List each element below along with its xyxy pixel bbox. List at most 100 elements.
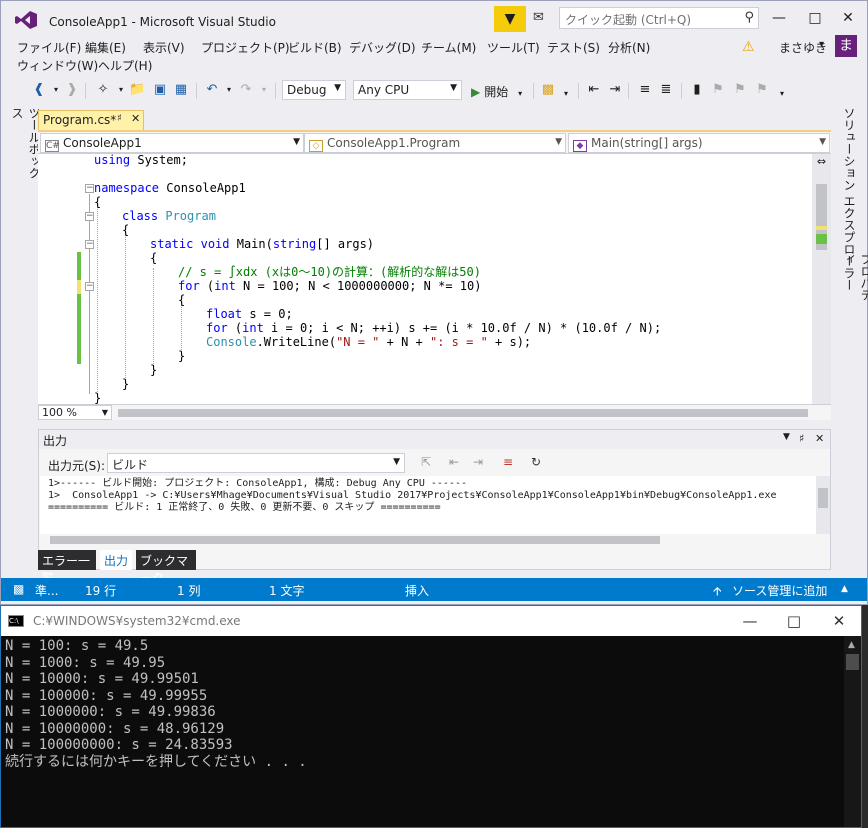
output-horizontal-scrollbar[interactable] — [40, 534, 830, 546]
pin-icon[interactable]: ♯ — [117, 113, 122, 124]
menu-debug[interactable]: デバッグ(D) — [349, 39, 416, 56]
solution-configuration-select[interactable]: Debug ▼ — [282, 80, 346, 100]
clear-bookmarks-icon[interactable]: ⚑ — [754, 81, 770, 99]
open-folder-icon[interactable]: 📁 — [129, 81, 145, 99]
menu-view[interactable]: 表示(V) — [143, 39, 185, 56]
toolbar-options-icon[interactable]: ▾ — [774, 85, 790, 103]
start-debugging-button[interactable]: ▶ 開始 ▾ — [471, 83, 522, 100]
quick-launch-input[interactable]: クイック起動 (Ctrl+Q) ⚲ — [559, 7, 759, 29]
chevron-down-icon[interactable]: ▾ — [113, 81, 129, 99]
close-icon[interactable]: ✕ — [131, 112, 140, 125]
scrollbar-thumb[interactable] — [50, 536, 660, 544]
browser-link-icon[interactable]: ▩ — [540, 81, 556, 99]
type-select[interactable]: ◇ ConsoleApp1.Program ▼ — [304, 133, 566, 153]
chevron-down-icon[interactable]: ▾ — [819, 39, 824, 50]
collapse-icon[interactable]: − — [85, 282, 94, 291]
next-bookmark-icon[interactable]: ⚑ — [732, 81, 748, 99]
bookmark-icon[interactable]: ▮ — [689, 81, 705, 99]
tab-error-list[interactable]: エラー一覧 — [38, 550, 96, 585]
menu-analyze[interactable]: 分析(N) — [608, 39, 650, 56]
maximize-button[interactable]: □ — [774, 609, 814, 633]
collapse-icon[interactable]: − — [85, 184, 94, 193]
save-all-icon[interactable]: ▦ — [173, 81, 189, 99]
previous-message-icon[interactable]: ⇤ — [449, 455, 459, 469]
menu-edit[interactable]: 編集(E) — [85, 39, 126, 56]
solution-platform-select[interactable]: Any CPU ▼ — [353, 80, 462, 100]
editor-vertical-scrollbar[interactable] — [812, 154, 831, 406]
chevron-down-icon[interactable]: ▾ — [221, 81, 237, 99]
save-icon[interactable]: ▣ — [152, 81, 168, 99]
close-button[interactable]: ✕ — [831, 5, 865, 31]
minimize-button[interactable]: — — [730, 609, 770, 633]
maximize-button[interactable]: □ — [798, 5, 832, 31]
arrow-up-icon[interactable]: 🡩 — [713, 582, 722, 603]
menu-help[interactable]: ヘルプ(H) — [98, 57, 152, 74]
cmd-output[interactable]: N = 100: s = 49.5 N = 1000: s = 49.95 N … — [5, 638, 843, 826]
close-button[interactable]: ✕ — [819, 609, 859, 633]
back-icon[interactable]: ❰ — [31, 81, 47, 99]
output-text[interactable]: 1>------ ビルド開始: プロジェクト: ConsoleApp1, 構成:… — [40, 476, 816, 534]
step-over-icon[interactable]: ⇥ — [607, 81, 623, 99]
pin-icon[interactable]: ♯ — [799, 432, 804, 445]
chevron-down-icon[interactable]: ▾ — [256, 81, 272, 99]
feedback-icon[interactable]: ✉ — [533, 10, 551, 26]
chevron-down-icon[interactable]: ▾ — [48, 81, 64, 99]
forward-icon[interactable]: ❱ — [64, 81, 80, 99]
menu-build[interactable]: ビルド(B) — [288, 39, 342, 56]
previous-bookmark-icon[interactable]: ⚑ — [710, 81, 726, 99]
scroll-up-icon[interactable]: ▲ — [848, 640, 855, 650]
close-icon[interactable]: ✕ — [815, 432, 824, 445]
properties-tab[interactable]: プロパティ — [841, 253, 868, 307]
document-tab-program-cs[interactable]: Program.cs* ♯ ✕ — [38, 110, 144, 131]
code-line-brace: } — [178, 349, 185, 363]
undo-icon[interactable]: ↶ — [204, 81, 220, 99]
clear-all-icon[interactable]: ≡ — [503, 455, 513, 469]
output-line: 1> ConsoleApp1 -> C:¥Users¥Mhage¥Documen… — [48, 490, 777, 501]
standard-toolbar: ❰ ▾ ❱ ✧ ▾ 📁 ▣ ▦ ↶ ▾ ↷ ▾ Debug ▼ Any CPU … — [1, 77, 867, 103]
chevron-down-icon: ▼ — [101, 408, 108, 417]
code-token: s = 0; — [242, 307, 293, 321]
new-project-icon[interactable]: ✧ — [95, 81, 111, 99]
collapse-icon[interactable]: − — [85, 212, 94, 221]
code-token: { — [178, 293, 186, 307]
project-select[interactable]: C# ConsoleApp1 ▼ — [40, 133, 304, 153]
menu-tools[interactable]: ツール(T) — [487, 39, 540, 56]
menu-test[interactable]: テスト(S) — [547, 39, 600, 56]
toolbox-tab[interactable]: ツールボックス — [9, 107, 41, 187]
notification-flag-icon[interactable]: ▼ — [494, 6, 526, 32]
output-source-select[interactable]: ビルド ▼ — [107, 453, 405, 473]
split-window-icon[interactable]: ⇔ — [813, 155, 830, 169]
redo-icon[interactable]: ↷ — [238, 81, 254, 99]
chevron-down-icon[interactable]: ▼ — [783, 432, 790, 442]
code-line-brace: } — [150, 363, 157, 377]
menu-file[interactable]: ファイル(F) — [17, 39, 81, 56]
editor-horizontal-scrollbar[interactable]: 100 % ▼ — [38, 404, 831, 420]
warning-icon[interactable]: ⚠ — [742, 39, 755, 55]
tab-bookmarks[interactable]: ブックマーク — [136, 550, 196, 585]
chevron-down-icon[interactable]: ▾ — [558, 85, 574, 103]
unsaved-change-marker — [77, 280, 81, 294]
next-message-icon[interactable]: ⇥ — [473, 455, 483, 469]
add-to-source-control[interactable]: ソース管理に追加 — [732, 582, 827, 599]
scrollbar-thumb[interactable] — [846, 654, 859, 670]
code-editor[interactable]: − − − − using System; namespace ConsoleA… — [38, 154, 831, 406]
output-vertical-scrollbar[interactable] — [816, 476, 830, 534]
menu-project[interactable]: プロジェクト(P) — [201, 39, 290, 56]
step-into-icon[interactable]: ⇤ — [586, 81, 602, 99]
go-to-location-icon[interactable]: ⇱ — [421, 455, 431, 469]
minimize-button[interactable]: — — [762, 5, 796, 31]
avatar[interactable]: ま — [835, 35, 857, 57]
collapse-icon[interactable]: − — [85, 240, 94, 249]
scrollbar-thumb[interactable] — [118, 409, 808, 417]
menu-window[interactable]: ウィンドウ(W) — [17, 57, 98, 74]
cmd-vertical-scrollbar[interactable]: ▲ — [844, 636, 861, 827]
member-select[interactable]: ◆ Main(string[] args) ▼ — [568, 133, 830, 153]
chevron-up-icon[interactable]: ▲ — [841, 584, 848, 594]
word-wrap-icon[interactable]: ↻ — [531, 455, 541, 469]
scrollbar-thumb[interactable] — [818, 488, 828, 508]
tab-output[interactable]: 出力 — [100, 550, 132, 570]
uncomment-lines-icon[interactable]: ≣ — [658, 81, 674, 99]
zoom-select[interactable]: 100 % ▼ — [38, 405, 112, 420]
comment-lines-icon[interactable]: ≡ — [637, 81, 653, 99]
menu-team[interactable]: チーム(M) — [421, 39, 476, 56]
